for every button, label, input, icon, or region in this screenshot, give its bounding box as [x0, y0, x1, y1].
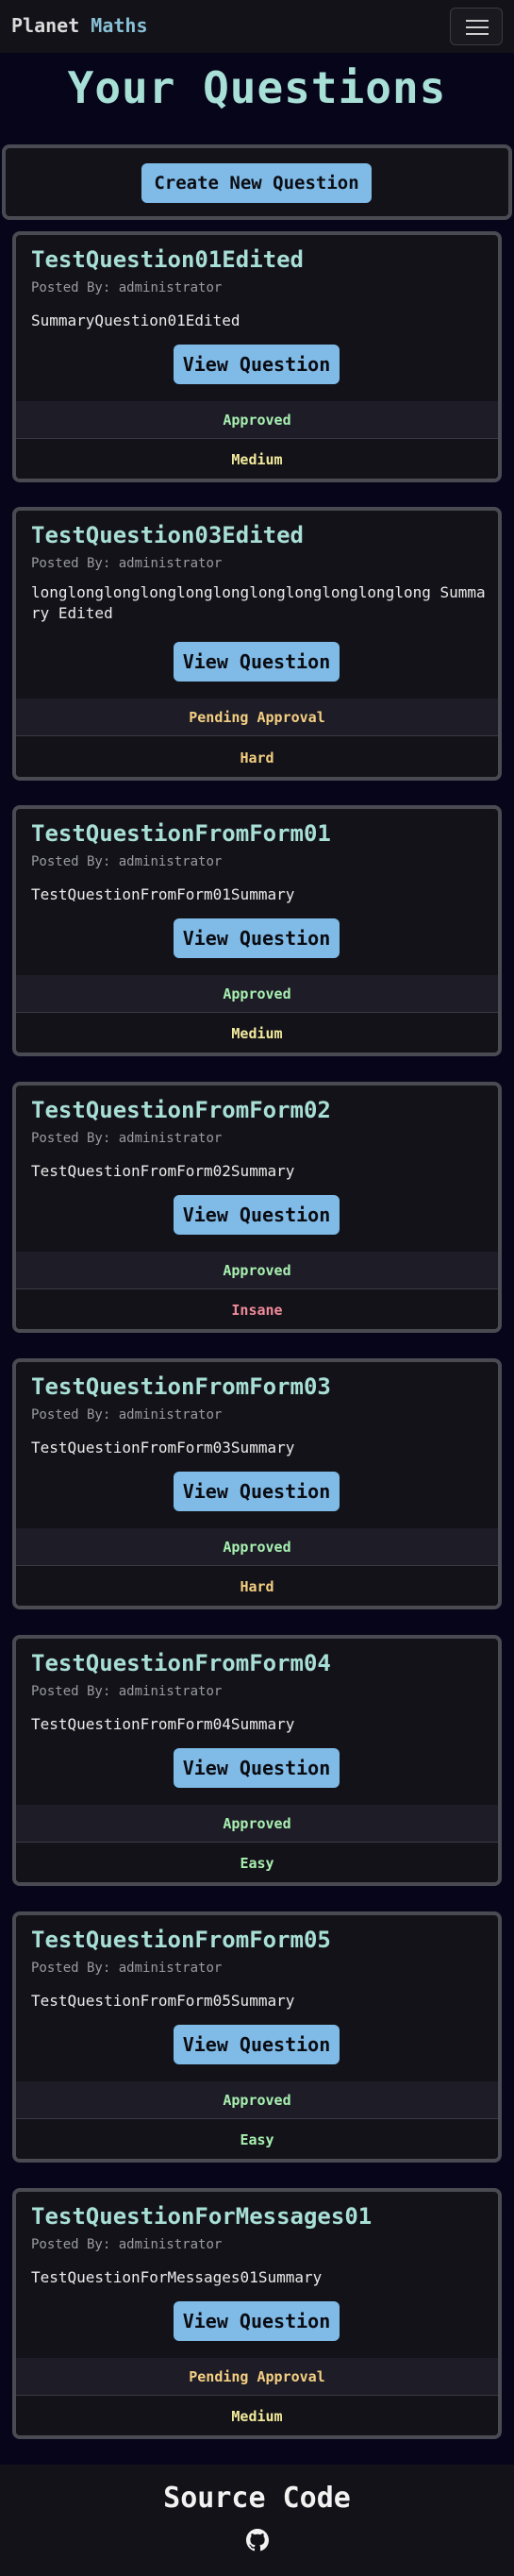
author-name: administrator — [118, 854, 223, 869]
brand-part1: Planet — [11, 14, 80, 37]
author-name: administrator — [118, 556, 223, 571]
author-name: administrator — [118, 280, 223, 295]
posted-by-prefix: Posted By: — [31, 1961, 111, 1976]
question-card: TestQuestion01Edited Posted By: administ… — [12, 231, 502, 482]
view-question-button[interactable]: View Question — [174, 2301, 340, 2341]
posted-by: Posted By: administrator — [31, 1131, 222, 1146]
posted-by-prefix: Posted By: — [31, 556, 111, 571]
page-title: Your Questions — [67, 62, 447, 113]
question-summary: SummaryQuestion01Edited — [31, 311, 240, 329]
question-title: TestQuestion01Edited — [31, 246, 304, 273]
navbar: Planet Maths — [0, 0, 514, 53]
status-badge: Approved — [16, 1252, 498, 1289]
view-question-button[interactable]: View Question — [174, 345, 340, 384]
question-card: TestQuestionFromForm05 Posted By: admini… — [12, 1911, 502, 2163]
question-card: TestQuestionFromForm03 Posted By: admini… — [12, 1358, 502, 1609]
question-card: TestQuestion03Edited Posted By: administ… — [12, 507, 502, 781]
source-code-heading: Source Code — [163, 2482, 351, 2515]
posted-by-prefix: Posted By: — [31, 854, 111, 869]
status-badge: Approved — [16, 2081, 498, 2119]
status-badge: Pending Approval — [16, 2358, 498, 2396]
posted-by-prefix: Posted By: — [31, 1684, 111, 1699]
menu-toggle-button[interactable] — [450, 8, 503, 45]
hamburger-icon — [466, 26, 489, 28]
view-question-button[interactable]: View Question — [174, 2025, 340, 2064]
question-title: TestQuestionFromForm01 — [31, 820, 331, 847]
status-badge: Pending Approval — [16, 699, 498, 736]
question-summary: TestQuestionForMessages01Summary — [31, 2268, 323, 2286]
question-summary: TestQuestionFromForm01Summary — [31, 885, 295, 903]
posted-by: Posted By: administrator — [31, 280, 222, 295]
view-question-button[interactable]: View Question — [174, 1472, 340, 1511]
question-summary: TestQuestionFromForm04Summary — [31, 1715, 295, 1733]
posted-by-prefix: Posted By: — [31, 1407, 111, 1423]
difficulty-badge: Medium — [16, 2398, 498, 2435]
posted-by: Posted By: administrator — [31, 2237, 222, 2252]
posted-by-prefix: Posted By: — [31, 280, 111, 295]
brand-link[interactable]: Planet Maths — [11, 14, 148, 37]
author-name: administrator — [118, 1961, 223, 1976]
hamburger-icon — [466, 33, 489, 35]
author-name: administrator — [118, 1684, 223, 1699]
posted-by: Posted By: administrator — [31, 1407, 222, 1423]
question-summary: TestQuestionFromForm02Summary — [31, 1162, 295, 1180]
question-title: TestQuestion03Edited — [31, 522, 304, 548]
question-card: TestQuestionFromForm04 Posted By: admini… — [12, 1635, 502, 1886]
posted-by-prefix: Posted By: — [31, 1131, 111, 1146]
posted-by: Posted By: administrator — [31, 854, 222, 869]
difficulty-badge: Hard — [16, 1568, 498, 1606]
question-card: TestQuestionFromForm01 Posted By: admini… — [12, 805, 502, 1056]
question-summary: longlonglonglonglonglonglonglonglonglong… — [31, 583, 486, 622]
question-title: TestQuestionFromForm05 — [31, 1927, 331, 1953]
question-title: TestQuestionFromForm04 — [31, 1650, 331, 1676]
author-name: administrator — [118, 1407, 223, 1423]
difficulty-badge: Medium — [16, 1015, 498, 1052]
posted-by-prefix: Posted By: — [31, 2237, 111, 2252]
question-title: TestQuestionFromForm02 — [31, 1097, 331, 1123]
view-question-button[interactable]: View Question — [174, 1748, 340, 1788]
footer: Source Code — [0, 2465, 514, 2576]
brand-part2: Maths — [91, 14, 148, 37]
author-name: administrator — [118, 2237, 223, 2252]
status-badge: Approved — [16, 975, 498, 1013]
create-question-panel: Create New Question — [2, 144, 512, 220]
posted-by: Posted By: administrator — [31, 556, 222, 571]
difficulty-badge: Insane — [16, 1291, 498, 1329]
view-question-button[interactable]: View Question — [174, 642, 340, 682]
question-card: TestQuestionForMessages01 Posted By: adm… — [12, 2188, 502, 2439]
question-summary: TestQuestionFromForm03Summary — [31, 1439, 295, 1456]
create-question-button[interactable]: Create New Question — [141, 163, 372, 203]
posted-by: Posted By: administrator — [31, 1684, 222, 1699]
author-name: administrator — [118, 1131, 223, 1146]
difficulty-badge: Hard — [16, 739, 498, 777]
question-summary: TestQuestionFromForm05Summary — [31, 1992, 295, 2010]
question-title: TestQuestionForMessages01 — [31, 2203, 373, 2230]
github-icon[interactable] — [246, 2529, 269, 2551]
view-question-button[interactable]: View Question — [174, 918, 340, 958]
difficulty-badge: Easy — [16, 1844, 498, 1882]
status-badge: Approved — [16, 401, 498, 439]
difficulty-badge: Easy — [16, 2121, 498, 2159]
question-card: TestQuestionFromForm02 Posted By: admini… — [12, 1082, 502, 1333]
status-badge: Approved — [16, 1528, 498, 1566]
question-title: TestQuestionFromForm03 — [31, 1373, 331, 1400]
posted-by: Posted By: administrator — [31, 1961, 222, 1976]
status-badge: Approved — [16, 1805, 498, 1843]
difficulty-badge: Medium — [16, 441, 498, 479]
hamburger-icon — [466, 20, 489, 22]
view-question-button[interactable]: View Question — [174, 1195, 340, 1235]
